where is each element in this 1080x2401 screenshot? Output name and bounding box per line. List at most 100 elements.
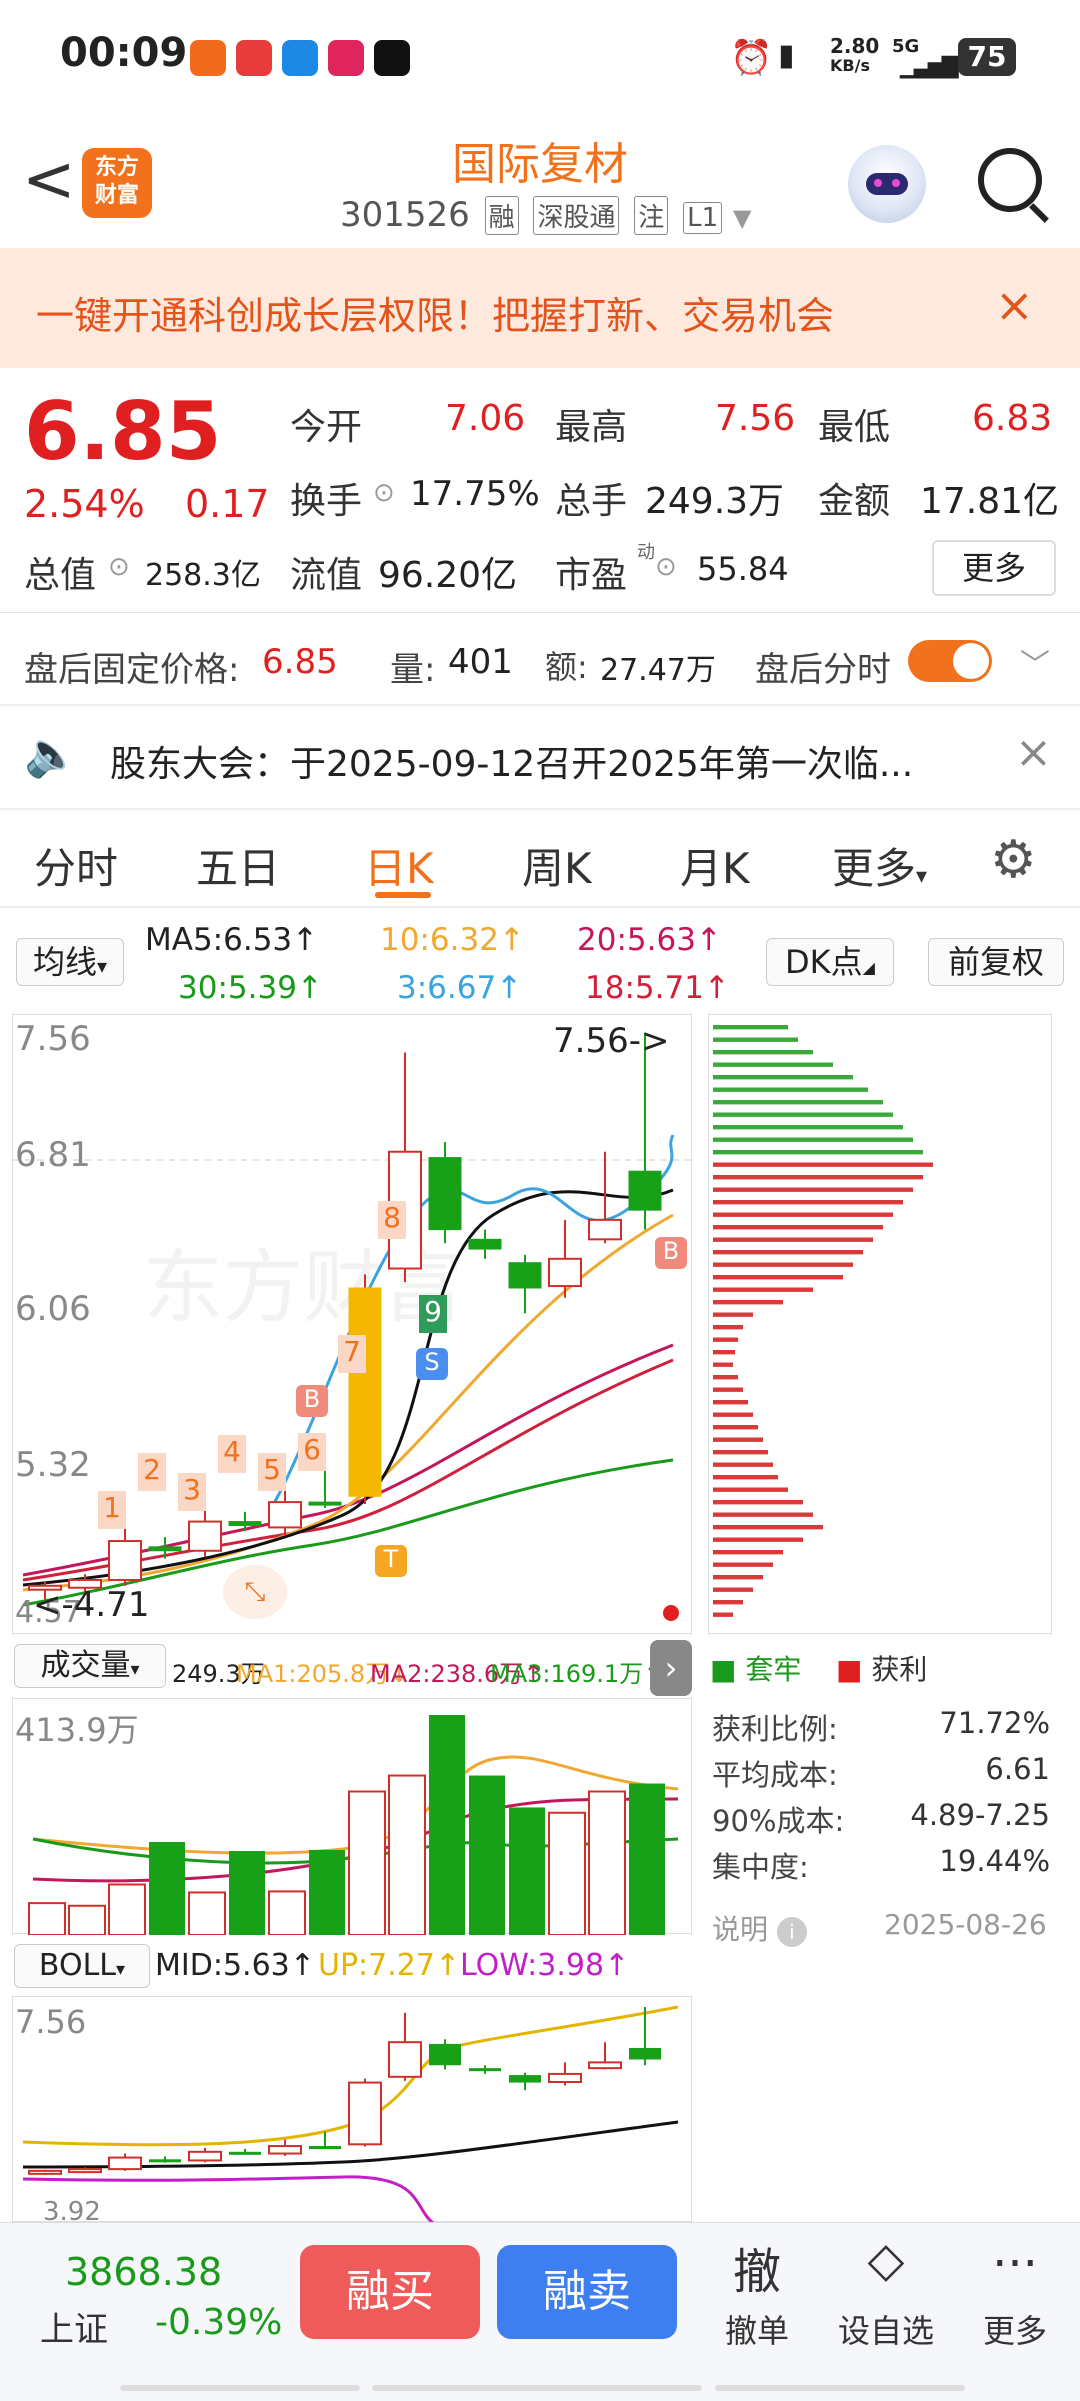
volume-bar[interactable] (429, 1715, 465, 1935)
app-notification-icon (190, 40, 226, 76)
volume-bar[interactable] (309, 1849, 345, 1935)
more-quote-button[interactable]: 更多 (932, 540, 1056, 596)
volume-bar[interactable] (469, 1775, 505, 1935)
expand-icon[interactable]: ⤡ (223, 1565, 287, 1619)
candle-body[interactable] (548, 1257, 582, 1288)
chevron-down-icon[interactable]: ﹀ (1020, 640, 1050, 684)
assistant-robot-icon[interactable] (848, 145, 926, 223)
low-label: 最低 (818, 407, 891, 448)
candle-body[interactable] (508, 1262, 542, 1289)
boll-candle-body (429, 2043, 461, 2066)
close-icon[interactable]: × (995, 278, 1034, 332)
tab-intraday[interactable]: 分时 (34, 835, 118, 896)
chip-bar (713, 1512, 813, 1517)
notice-text[interactable]: 股东大会：于2025-09-12召开2025年第一次临... (110, 735, 913, 787)
index-value[interactable]: 3868.38 (65, 2250, 222, 2294)
info-icon[interactable]: ⊙ (373, 478, 395, 508)
volume-select[interactable]: 成交量▾ (14, 1644, 166, 1688)
sell-signal-badge[interactable]: S (416, 1348, 448, 1380)
index-change[interactable]: -0.39% (155, 2302, 282, 2343)
volume-bar[interactable] (108, 1883, 146, 1937)
chip-note[interactable]: 说明 i (712, 1908, 807, 1948)
chip-bar (713, 1375, 738, 1380)
chip-distribution-chart[interactable] (708, 1014, 1052, 1634)
more-dots-icon[interactable]: ··· (955, 2236, 1075, 2292)
boll-candle-body (108, 2156, 142, 2171)
volume-bar[interactable] (229, 1851, 265, 1935)
volume-bar[interactable] (509, 1807, 545, 1935)
tab-monthly-k[interactable]: 月K (680, 835, 750, 896)
add-watchlist-label[interactable]: 设自选 (826, 2306, 946, 2352)
boll-candle-body (588, 2061, 622, 2070)
info-icon: i (776, 1917, 807, 1947)
tab-daily-k[interactable]: 日K (364, 835, 434, 896)
index-name[interactable]: 上证 (40, 2302, 108, 2351)
candle-body[interactable] (228, 1521, 262, 1526)
search-icon[interactable] (978, 148, 1042, 212)
margin-buy-button[interactable]: 融买 (300, 2245, 480, 2339)
candle-body[interactable] (468, 1238, 502, 1250)
cancel-order-label[interactable]: 撤单 (697, 2306, 817, 2352)
stock-code-row[interactable]: 301526 融 深股通 注 L1 ▼ (340, 195, 751, 235)
volume-bar[interactable] (28, 1902, 66, 1937)
speaker-icon: 🔈 (24, 729, 79, 780)
dk-point-select[interactable]: DK点◢ (766, 938, 894, 986)
boll-chart[interactable]: 7.56 3.92 (12, 1996, 692, 2227)
buy-signal-badge[interactable]: B (655, 1237, 687, 1269)
volume-bar[interactable] (388, 1774, 426, 1936)
chip-bar (713, 1500, 803, 1505)
candle-body[interactable] (628, 1170, 662, 1211)
volume-bar[interactable] (588, 1790, 626, 1936)
margin-sell-button[interactable]: 融卖 (497, 2245, 677, 2339)
candle-body[interactable] (268, 1501, 302, 1529)
volume-bar[interactable] (548, 1811, 586, 1936)
chip-bar (713, 1575, 763, 1580)
app-notification-icon (328, 40, 364, 76)
more-label[interactable]: 更多 (955, 2306, 1075, 2352)
volume-bar[interactable] (188, 1891, 226, 1936)
candle-body[interactable] (348, 1287, 382, 1497)
boll-candle-body (388, 2041, 422, 2078)
info-icon[interactable]: ⊙ (655, 552, 677, 582)
buy-signal-badge[interactable]: B (296, 1385, 328, 1417)
gear-icon[interactable]: ⚙ (990, 830, 1037, 890)
volume-bar[interactable] (348, 1790, 386, 1936)
candle-body[interactable] (148, 1546, 182, 1552)
candle-body[interactable] (308, 1501, 342, 1506)
chevron-right-icon[interactable]: › (650, 1640, 692, 1696)
volume-bar[interactable] (268, 1890, 306, 1937)
ma3-text: 3:6.67 (397, 970, 497, 1006)
cancel-order-icon[interactable]: 撤 (697, 2232, 817, 2302)
add-watchlist-icon[interactable]: ◇ (826, 2232, 946, 2288)
volume-bar[interactable] (629, 1783, 665, 1935)
ma30-value: 30:5.39↑ (178, 970, 323, 1006)
signal-icon: ▁▃▅▇ (900, 54, 959, 79)
candle-body[interactable] (108, 1540, 142, 1581)
kline-chart[interactable]: 东方财富 7.56 6.81 6.06 5.32 4.57 7.56-> <-4… (12, 1014, 693, 1634)
ma20-value: 20:5.63↑ (577, 922, 722, 958)
last-price: 6.85 (24, 385, 222, 478)
candle-body[interactable] (428, 1157, 462, 1231)
ma20-text: 20:5.63 (577, 922, 696, 958)
volume-chart[interactable]: 413.9万 (12, 1698, 692, 1937)
chip-bar (713, 1487, 788, 1492)
net-speed-value: 2.80 (830, 34, 880, 58)
candle-body[interactable] (588, 1218, 622, 1241)
volume-bar[interactable] (149, 1841, 185, 1935)
volume-bar[interactable] (68, 1904, 106, 1936)
info-icon[interactable]: ⊙ (108, 552, 130, 582)
ma10-value: 10:6.32↑ (380, 922, 525, 958)
candle-body[interactable] (188, 1520, 222, 1552)
chip-bar (713, 1425, 758, 1430)
t-signal-badge[interactable]: T (375, 1545, 407, 1577)
indicator-select[interactable]: 均线▾ (16, 938, 124, 986)
tab-five-day[interactable]: 五日 (196, 835, 280, 896)
adjust-select[interactable]: 前复权 (928, 938, 1064, 986)
y-label: 6.81 (15, 1135, 91, 1175)
close-icon[interactable]: × (1015, 727, 1052, 778)
boll-select[interactable]: BOLL▾ (14, 1944, 150, 1988)
status-bar: 00:09 ⏰ ▮ 2.80 KB/s 5G ▁▃▅▇ 75 (0, 0, 1080, 120)
after-hours-toggle[interactable] (908, 640, 992, 682)
tab-weekly-k[interactable]: 周K (522, 835, 592, 896)
tab-more[interactable]: 更多▾ (832, 835, 927, 896)
